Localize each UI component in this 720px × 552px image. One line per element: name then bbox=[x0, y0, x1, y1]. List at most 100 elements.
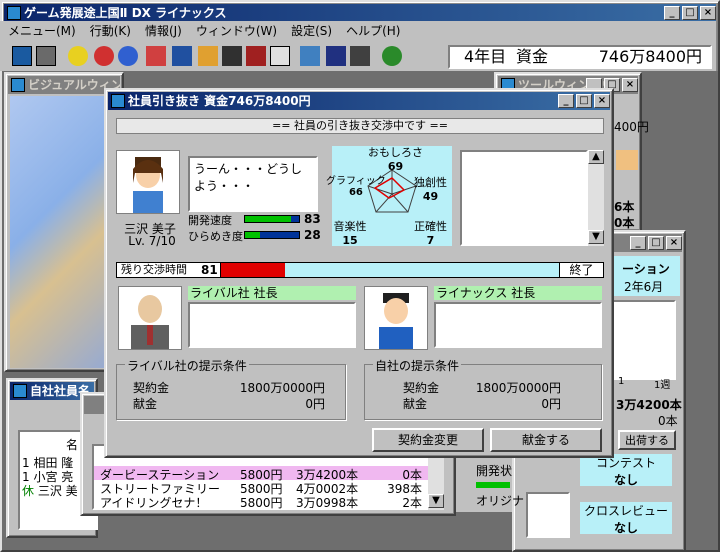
time-value: 81 bbox=[201, 263, 218, 277]
group-label: ライバル社の提示条件 bbox=[125, 357, 249, 374]
disk-icon[interactable] bbox=[326, 46, 346, 66]
radar-label: 音楽性 15 bbox=[333, 220, 367, 247]
dev-status-area: 開発状 オリジナ bbox=[456, 452, 524, 512]
up-icon[interactable] bbox=[118, 46, 138, 66]
monitor-icon[interactable] bbox=[222, 46, 242, 66]
president-portrait bbox=[364, 286, 428, 350]
group-label: 自社の提示条件 bbox=[373, 357, 462, 374]
radar-label: 独創性 49 bbox=[414, 176, 447, 203]
app-titlebar: ゲーム発展途上国Ⅱ DX ライナックス bbox=[4, 4, 716, 22]
app-title: ゲーム発展途上国Ⅱ DX ライナックス bbox=[24, 6, 227, 20]
close-button[interactable]: × bbox=[666, 236, 682, 250]
count-partial: 0本 bbox=[614, 216, 635, 230]
close-button[interactable]: × bbox=[622, 78, 638, 92]
tech-icon[interactable] bbox=[172, 46, 192, 66]
app-icon bbox=[7, 6, 21, 20]
up-icon[interactable] bbox=[68, 46, 88, 66]
message-scrollbar[interactable]: ▲ ▼ bbox=[588, 150, 604, 246]
price-cell: 5800円 bbox=[240, 496, 283, 510]
sales-count: 3万4200本 bbox=[616, 398, 682, 412]
radar-label: 正確性 7 bbox=[414, 220, 447, 247]
speech-box: うーん・・・どうしよう・・・ bbox=[188, 156, 318, 212]
stock-cell: 2本 bbox=[402, 496, 422, 510]
status-panel: 4年目 資金 746万8400円 bbox=[448, 45, 712, 69]
own-conditions: 自社の提示条件 契約金 1800万0000円 献金 0円 bbox=[364, 357, 602, 420]
list-item[interactable]: 休 三沢 美 bbox=[22, 482, 78, 499]
table-row[interactable]: アイドリングセナ！ bbox=[100, 494, 207, 511]
scroll-down-button[interactable]: ▼ bbox=[588, 230, 604, 244]
maximize-button[interactable]: □ bbox=[576, 94, 592, 108]
save-icon[interactable] bbox=[12, 46, 32, 66]
contract-value: 1800万0000円 bbox=[475, 381, 561, 395]
minimize-button[interactable]: _ bbox=[630, 236, 646, 250]
contract-label: 契約金 bbox=[403, 381, 440, 395]
download-icon[interactable] bbox=[350, 46, 370, 66]
review-image bbox=[526, 492, 570, 538]
window-icon bbox=[13, 384, 27, 398]
stat-value: 83 bbox=[304, 212, 321, 226]
time-bar: 残り交渉時間 81 終了 bbox=[116, 262, 604, 278]
menu-item[interactable]: 設定(S) bbox=[291, 24, 332, 38]
own-speech bbox=[434, 302, 602, 348]
scroll-down-button[interactable]: ▼ bbox=[428, 494, 444, 508]
gift-label: 献金 bbox=[403, 397, 428, 411]
menu-item[interactable]: メニュー(M) bbox=[8, 24, 76, 38]
close-button[interactable]: × bbox=[594, 94, 610, 108]
negotiation-banner: == 社員の引き抜き交渉中です == bbox=[116, 118, 604, 134]
contest-box: コンテスト なし bbox=[580, 454, 672, 487]
speed-bar bbox=[244, 215, 300, 223]
window-icon bbox=[111, 94, 125, 108]
maximize-button[interactable]: □ bbox=[648, 236, 664, 250]
stat-label: 開発速度 bbox=[188, 214, 232, 227]
original-label: オリジナ bbox=[476, 494, 525, 508]
idea-bar bbox=[244, 231, 300, 239]
bar-fill bbox=[245, 232, 261, 238]
release-date: 2年6月 bbox=[624, 280, 664, 294]
dev-status-label: 開発状 bbox=[476, 464, 513, 478]
year-label: 4年目 bbox=[464, 47, 507, 66]
sales-graph bbox=[610, 300, 676, 380]
minimize-button[interactable]: _ bbox=[664, 6, 680, 20]
radar-label: グラフィック 66 bbox=[326, 176, 386, 198]
house-icon[interactable] bbox=[198, 46, 218, 66]
people-icon[interactable] bbox=[300, 46, 320, 66]
minimize-button[interactable]: _ bbox=[558, 94, 574, 108]
menu-item[interactable]: ヘルプ(H) bbox=[346, 24, 400, 38]
ship-button[interactable]: 出荷する bbox=[618, 430, 676, 450]
tools-icon[interactable] bbox=[36, 46, 56, 66]
donate-button[interactable]: 献金する bbox=[490, 428, 602, 452]
message-area bbox=[460, 150, 588, 246]
recruit-dialog: 社員引き抜き 資金746万8400円 _ □ × == 社員の引き抜き交渉中です… bbox=[104, 88, 614, 458]
person-icon[interactable] bbox=[382, 46, 402, 66]
window-icon[interactable] bbox=[270, 46, 290, 66]
bar-fill bbox=[245, 216, 291, 222]
graph-axis-label: 1週 bbox=[654, 380, 671, 391]
tv-icon[interactable] bbox=[246, 46, 266, 66]
rival-conditions: ライバル社の提示条件 契約金 1800万0000円 献金 0円 bbox=[116, 357, 346, 420]
funds-label: 資金 bbox=[516, 47, 549, 66]
menu-item[interactable]: 行動(K) bbox=[90, 24, 131, 38]
radar-label: おもしろさ 69 bbox=[368, 146, 423, 173]
product-title: ーション bbox=[622, 262, 670, 276]
arrow-icon[interactable] bbox=[146, 46, 166, 66]
candidate-level: Lv. 7/10 bbox=[128, 234, 176, 248]
gift-value: 0円 bbox=[541, 397, 561, 411]
change-contract-button[interactable]: 契約金変更 bbox=[372, 428, 484, 452]
graph-axis-label: 1 bbox=[618, 376, 625, 387]
menu-item[interactable]: 情報(J) bbox=[145, 24, 182, 38]
maximize-button[interactable]: □ bbox=[682, 6, 698, 20]
own-label: ライナックス 社長 bbox=[434, 286, 602, 300]
rival-label: ライバル社 社長 bbox=[188, 286, 356, 300]
menu-bar: メニュー(M) 行動(K) 情報(J) ウィンドウ(W) 設定(S) ヘルプ(H) bbox=[0, 21, 716, 41]
close-button[interactable]: × bbox=[700, 6, 716, 20]
candidate-portrait bbox=[116, 150, 180, 214]
rival-speech bbox=[188, 302, 356, 348]
stock-count: 0本 bbox=[658, 414, 678, 428]
count-partial: 6本 bbox=[614, 200, 635, 214]
candidate-portrait-icon bbox=[133, 157, 163, 213]
sold-cell: 3万0998本 bbox=[296, 496, 359, 510]
scroll-up-button[interactable]: ▲ bbox=[588, 150, 604, 164]
menu-item[interactable]: ウィンドウ(W) bbox=[196, 24, 277, 38]
up-icon[interactable] bbox=[94, 46, 114, 66]
stat-value: 28 bbox=[304, 228, 321, 242]
